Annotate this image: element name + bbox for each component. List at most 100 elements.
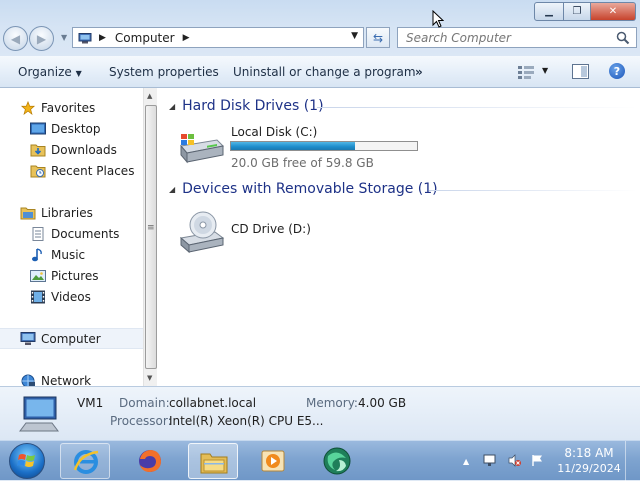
nav-network[interactable]: Network: [0, 370, 143, 386]
breadcrumb-computer[interactable]: Computer: [115, 31, 175, 45]
back-button[interactable]: ◀: [3, 26, 28, 51]
drive-usage-bar: [230, 141, 418, 151]
preview-pane-icon[interactable]: [572, 64, 589, 79]
nav-item-label: Desktop: [51, 121, 101, 136]
nav-item-downloads[interactable]: Downloads: [0, 139, 143, 160]
breadcrumb-separator-icon[interactable]: ▶: [183, 33, 190, 43]
change-view-icon[interactable]: [518, 65, 534, 79]
help-button[interactable]: ?: [609, 63, 625, 79]
recent-places-icon: [30, 165, 46, 177]
drive-item-cd-drive-d[interactable]: CD Drive (D:): [175, 206, 375, 256]
more-commands-button[interactable]: »: [415, 65, 423, 79]
taskbar: ▲ 8:18 AM 11/29/2024: [0, 440, 640, 481]
group-header-removable-storage[interactable]: ◢ Devices with Removable Storage (1): [169, 181, 438, 197]
firefox-icon: [139, 450, 161, 472]
collapse-triangle-icon[interactable]: ◢: [169, 102, 175, 111]
processor-value: Intel(R) Xeon(R) CPU E5...: [169, 414, 324, 428]
content-pane: ◢ Hard Disk Drives (1) Local Disk (C:) 2…: [157, 88, 640, 386]
nav-favorites[interactable]: Favorites: [0, 97, 143, 118]
system-properties-button[interactable]: System properties: [109, 65, 219, 79]
taskbar-windows-explorer[interactable]: [188, 443, 238, 479]
search-box[interactable]: [397, 27, 637, 48]
uninstall-program-button[interactable]: Uninstall or change a program: [233, 65, 416, 79]
back-arrow-icon: ◀: [10, 31, 21, 46]
mouse-cursor-icon: [432, 10, 444, 28]
desktop-icon: [30, 122, 46, 134]
start-button[interactable]: [9, 443, 45, 479]
memory-value: 4.00 GB: [358, 396, 407, 410]
nav-item-label: Recent Places: [51, 163, 135, 178]
navigation-pane: Favorites Desktop Downloads Recent Place…: [0, 88, 143, 386]
music-icon: [32, 247, 42, 261]
breadcrumb-separator-icon[interactable]: ▶: [99, 33, 106, 43]
taskbar-media-player[interactable]: [249, 443, 299, 479]
navigation-buttons: ◀ ▶: [3, 26, 55, 51]
nav-favorites-label: Favorites: [41, 100, 96, 115]
scrollbar-thumb[interactable]: [145, 105, 157, 369]
close-button[interactable]: ✕: [591, 2, 636, 21]
group-divider: [429, 190, 637, 191]
help-icon: ?: [613, 64, 621, 78]
show-desktop-button[interactable]: [625, 441, 640, 481]
view-options-dropdown-icon[interactable]: ▼: [542, 66, 548, 75]
group-divider: [317, 107, 637, 108]
title-bar: ▁ ❐ ✕ ◀ ▶ ▼ ▶ Computer ▶ ▼ ⇆: [0, 0, 640, 56]
nav-item-music[interactable]: Music: [0, 244, 143, 265]
group-header-label: Hard Disk Drives (1): [182, 98, 324, 114]
nav-item-desktop[interactable]: Desktop: [0, 118, 143, 139]
nav-libraries[interactable]: Libraries: [0, 202, 143, 223]
scroll-grip-icon: ≡: [147, 223, 155, 233]
computer-icon: [78, 32, 92, 43]
nav-item-pictures[interactable]: Pictures: [0, 265, 143, 286]
nav-item-recent-places[interactable]: Recent Places: [0, 160, 143, 181]
nav-item-label: Pictures: [51, 268, 99, 283]
documents-icon: [32, 226, 44, 241]
taskbar-firefox[interactable]: [125, 443, 175, 479]
nav-computer-label: Computer: [41, 331, 101, 346]
nav-item-label: Downloads: [51, 142, 117, 157]
network-tray-icon[interactable]: [483, 454, 496, 467]
taskbar-app[interactable]: [312, 443, 362, 479]
downloads-icon: [30, 144, 46, 156]
taskbar-internet-explorer[interactable]: [60, 443, 110, 479]
cd-drive-icon: [179, 211, 225, 254]
group-header-hard-disk-drives[interactable]: ◢ Hard Disk Drives (1): [169, 98, 324, 114]
app-icon: [323, 447, 351, 475]
drive-item-local-disk-c[interactable]: Local Disk (C:) 20.0 GB free of 59.8 GB: [175, 122, 425, 170]
scroll-down-icon[interactable]: ▼: [147, 374, 152, 382]
network-icon: [21, 374, 35, 386]
nav-computer[interactable]: Computer: [0, 328, 143, 349]
libraries-icon: [20, 207, 36, 219]
drive-name: Local Disk (C:): [231, 125, 318, 139]
refresh-icon: ⇆: [372, 30, 384, 45]
internet-explorer-icon: [73, 450, 99, 474]
maximize-button[interactable]: ❐: [564, 2, 591, 21]
scroll-up-icon[interactable]: ▲: [147, 92, 152, 100]
group-header-label: Devices with Removable Storage (1): [182, 181, 438, 197]
refresh-button[interactable]: ⇆: [366, 27, 390, 48]
nav-item-documents[interactable]: Documents: [0, 223, 143, 244]
windows-logo-icon: [17, 454, 35, 467]
nav-item-videos[interactable]: Videos: [0, 286, 143, 307]
action-center-flag-icon[interactable]: [531, 454, 544, 467]
forward-button[interactable]: ▶: [29, 26, 54, 51]
recent-pages-dropdown-icon[interactable]: ▼: [61, 33, 67, 42]
volume-muted-icon[interactable]: [508, 454, 521, 467]
minimize-button[interactable]: ▁: [534, 2, 564, 21]
videos-icon: [31, 290, 45, 303]
system-clock[interactable]: 8:18 AM 11/29/2024: [555, 446, 623, 475]
windows-explorer-icon: [200, 453, 228, 474]
collapse-triangle-icon[interactable]: ◢: [169, 185, 175, 194]
organize-menu[interactable]: Organize ▼: [18, 65, 82, 79]
address-bar[interactable]: ▶ Computer ▶ ▼: [72, 27, 364, 48]
minimize-icon: ▁: [545, 6, 553, 17]
search-icon[interactable]: [616, 31, 630, 45]
search-input[interactable]: [404, 29, 618, 46]
details-pane: VM1 Domain: collabnet.local Memory: 4.00…: [0, 386, 640, 440]
media-player-icon: [261, 450, 285, 472]
navigation-scrollbar[interactable]: ▲ ≡ ▼: [143, 88, 157, 386]
computer-icon: [19, 396, 59, 432]
hard-drive-icon: [180, 134, 225, 164]
address-dropdown-icon[interactable]: ▼: [351, 31, 358, 41]
show-hidden-icons-icon[interactable]: ▲: [463, 457, 476, 470]
